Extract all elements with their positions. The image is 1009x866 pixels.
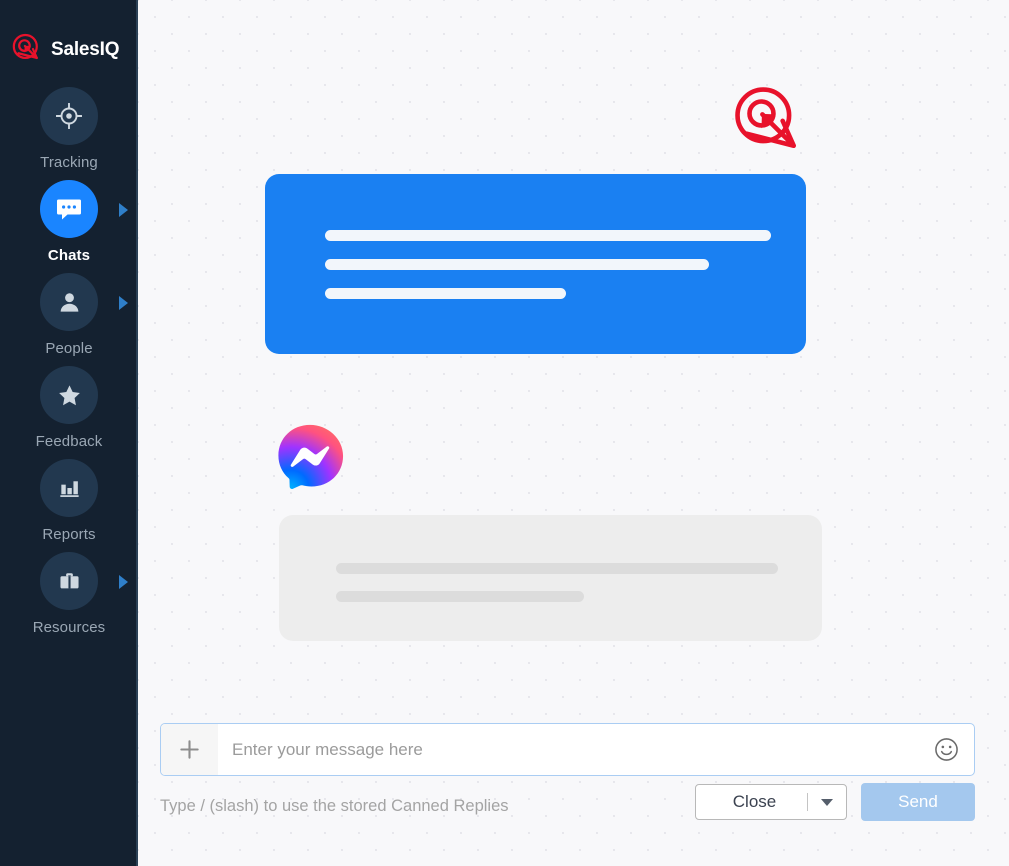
incoming-message-bubble xyxy=(279,515,822,641)
message-list[interactable] xyxy=(138,0,1009,706)
sidebar-item-reports[interactable]: Reports xyxy=(0,454,138,543)
chevron-right-icon xyxy=(119,296,128,310)
brand[interactable]: SalesIQ xyxy=(0,0,138,72)
sidebar-item-resources[interactable]: Resources xyxy=(0,547,138,636)
chat-panel: Type / (slash) to use the stored Canned … xyxy=(138,0,1009,866)
message-composer: Type / (slash) to use the stored Canned … xyxy=(138,706,1009,866)
chevron-right-icon xyxy=(119,575,128,589)
sidebar-item-chats[interactable]: Chats xyxy=(0,175,138,264)
smiley-face-icon[interactable] xyxy=(918,724,974,775)
chat-bubble-icon xyxy=(40,180,98,238)
sidebar-item-label: Feedback xyxy=(35,433,103,450)
placeholder-line xyxy=(325,288,566,299)
send-button[interactable]: Send xyxy=(861,783,975,821)
sidebar: SalesIQ Tracking Chats People Feedback R… xyxy=(0,0,138,866)
message-input-row xyxy=(160,723,975,776)
sidebar-item-label: Reports xyxy=(42,526,96,543)
canned-replies-hint: Type / (slash) to use the stored Canned … xyxy=(160,797,509,815)
star-icon xyxy=(40,366,98,424)
placeholder-line xyxy=(336,591,585,602)
salesiq-logo-icon xyxy=(10,32,44,66)
outgoing-message-bubble xyxy=(265,174,806,354)
sidebar-nav: Tracking Chats People Feedback Reports R… xyxy=(0,72,138,636)
placeholder-line xyxy=(325,259,709,270)
sidebar-item-label: Resources xyxy=(32,619,106,636)
person-icon xyxy=(40,273,98,331)
sidebar-item-label: Tracking xyxy=(40,154,98,171)
briefcase-icon xyxy=(40,552,98,610)
sidebar-item-label: Chats xyxy=(47,247,91,264)
placeholder-line xyxy=(325,230,771,241)
placeholder-line xyxy=(336,563,778,574)
salesiq-logo-watermark-icon xyxy=(730,84,804,154)
chevron-down-icon[interactable] xyxy=(808,798,846,806)
sidebar-item-tracking[interactable]: Tracking xyxy=(0,82,138,171)
facebook-messenger-icon xyxy=(275,422,345,492)
sidebar-item-label: People xyxy=(45,340,93,357)
sidebar-item-feedback[interactable]: Feedback xyxy=(0,361,138,450)
close-button-label: Close xyxy=(732,792,777,811)
chevron-right-icon xyxy=(119,203,128,217)
message-input[interactable] xyxy=(218,724,918,775)
bar-chart-icon xyxy=(40,459,98,517)
brand-name: SalesIQ xyxy=(51,38,120,60)
salesiq-chat-window: SalesIQ Tracking Chats People Feedback R… xyxy=(0,0,1009,866)
close-split-button[interactable]: Close xyxy=(695,784,847,820)
sidebar-item-people[interactable]: People xyxy=(0,268,138,357)
target-crosshair-icon xyxy=(40,87,98,145)
plus-icon[interactable] xyxy=(161,724,218,775)
